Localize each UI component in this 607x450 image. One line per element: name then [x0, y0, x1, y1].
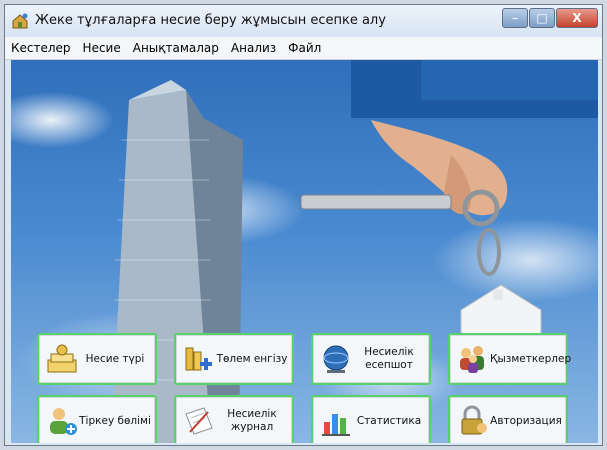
statistics-button[interactable]: Статистика [311, 395, 431, 443]
registration-button[interactable]: Тіркеу бөлімі [37, 395, 157, 443]
credit-report-button[interactable]: Несиелік есепшот [311, 333, 431, 385]
credit-report-label: Несиелік есепшот [364, 346, 414, 371]
registration-label: Тіркеу бөлімі [79, 414, 151, 427]
authorization-button[interactable]: Авторизация [448, 395, 568, 443]
maximize-button[interactable]: □ [529, 8, 555, 28]
app-window: Жеке тұлғаларға несие беру жұмысын есепк… [4, 4, 603, 446]
people-group-icon [460, 346, 484, 373]
journal-pen-icon [185, 407, 213, 435]
credit-journal-label: Несиелік журнал [227, 408, 277, 433]
bar-chart-icon [322, 414, 350, 436]
employees-button[interactable]: Қызметкерлер [448, 333, 571, 385]
credit-journal-button[interactable]: Несиелік журнал [174, 395, 294, 443]
menu-references[interactable]: Анықтамалар [127, 41, 225, 55]
title-bar: Жеке тұлғаларға несие беру жұмысын есепк… [5, 5, 602, 38]
authorization-label: Авторизация [490, 414, 562, 427]
menu-file[interactable]: Файл [282, 41, 327, 55]
credit-type-button[interactable]: Несие түрі [37, 333, 157, 385]
employees-label: Қызметкерлер [490, 352, 572, 365]
menu-analysis[interactable]: Анализ [225, 41, 282, 55]
payment-entry-button[interactable]: Төлем енгізу [174, 333, 294, 385]
window-title: Жеке тұлғаларға несие беру жұмысын есепк… [35, 13, 386, 28]
menu-bar: Кестелер Несие Анықтамалар Анализ Файл [5, 37, 602, 60]
window-controls: – □ X [502, 8, 598, 30]
house-key-icon [12, 13, 28, 29]
user-add-icon [50, 408, 77, 435]
minimize-button[interactable]: – [502, 8, 528, 28]
main-background: Несие түрі Төлем енгізу Несиелік есепшот [11, 60, 598, 443]
globe-icon [323, 345, 349, 373]
credit-type-label: Несие түрі [85, 352, 145, 365]
padlock-user-icon [461, 405, 487, 435]
menu-tables[interactable]: Кестелер [5, 41, 77, 55]
statistics-label: Статистика [356, 414, 422, 427]
background-image [111, 80, 542, 443]
payment-entry-label: Төлем енгізу [216, 352, 288, 365]
menu-credit[interactable]: Несие [77, 41, 127, 55]
coins-plus-icon [185, 347, 212, 371]
close-button[interactable]: X [556, 8, 598, 28]
money-stack-icon [47, 344, 77, 373]
